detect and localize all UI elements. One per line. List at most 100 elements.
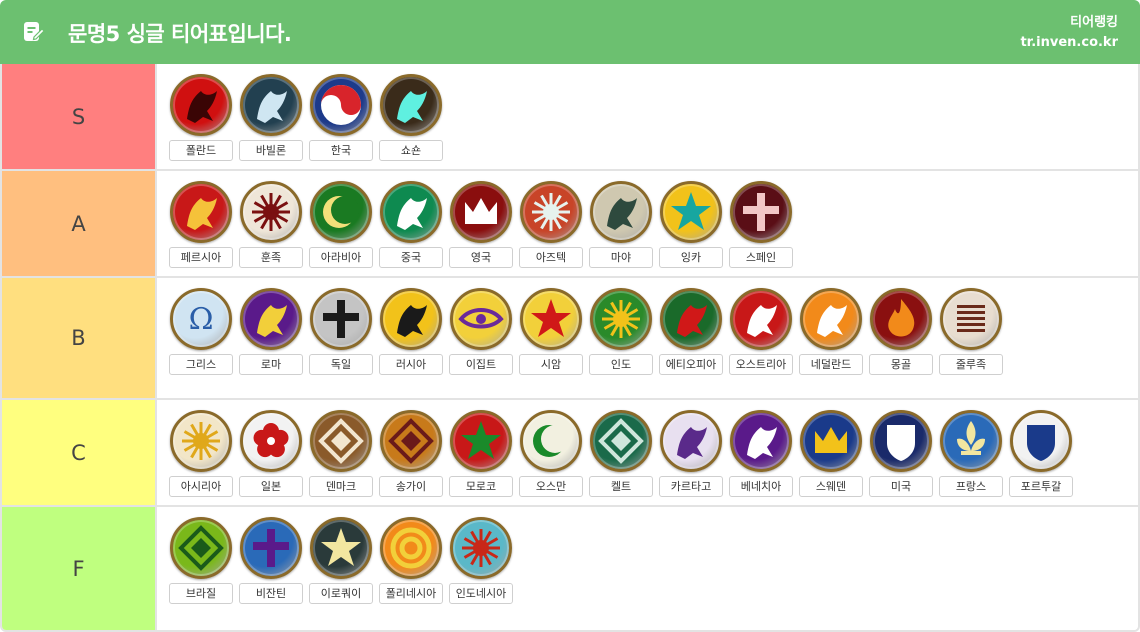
tier-items: 페르시아 훈족 아라비아 중국 영국 아즈텍 마야 잉카 스페인 xyxy=(159,171,1138,276)
three-crowns-icon[interactable] xyxy=(800,410,862,472)
civ-name-label: 독일 xyxy=(309,354,373,375)
edit-note-icon xyxy=(24,22,45,41)
tier-row-a: A 페르시아 훈족 아라비아 중국 영국 아즈텍 마야 잉카 스페인 xyxy=(2,171,1138,278)
knot-icon[interactable] xyxy=(590,410,652,472)
quinas-icon[interactable] xyxy=(1010,410,1072,472)
civ-name-label: 모로코 xyxy=(449,476,513,497)
lion-icon-glyph xyxy=(677,305,707,337)
civ-name-label: 인도 xyxy=(589,354,653,375)
double-eagle-icon[interactable] xyxy=(380,288,442,350)
star-icon[interactable] xyxy=(660,181,722,243)
aztec-sun-icon-glyph xyxy=(532,193,570,231)
orthodox-cross-icon[interactable] xyxy=(240,517,302,579)
civ-name-label: 미국 xyxy=(869,476,933,497)
civ-name-label: 줄루족 xyxy=(939,354,1003,375)
crown-icon[interactable] xyxy=(450,181,512,243)
griffin-icon-glyph xyxy=(257,91,287,123)
civ-name-label: 페르시아 xyxy=(169,247,233,268)
fleur-de-lis-icon[interactable] xyxy=(940,410,1002,472)
taegeuk-icon[interactable] xyxy=(310,74,372,136)
cross-icon[interactable] xyxy=(730,181,792,243)
star-burst-icon-glyph xyxy=(531,299,571,337)
civ-name-label: 바빌론 xyxy=(239,140,303,161)
taegeuk-icon-glyph xyxy=(321,85,361,125)
tier-row-b: B Ω 그리스 로마 독일 러시아 이집트 시암 인도 에티오피아 오스트리아 네덜란드 몽골 줄루족 xyxy=(2,278,1138,400)
sun-icon[interactable] xyxy=(240,181,302,243)
civ-name-label: 켈트 xyxy=(589,476,653,497)
eagle-icon-glyph xyxy=(747,305,777,337)
shield-icon[interactable] xyxy=(870,410,932,472)
dragon-icon-glyph xyxy=(397,198,427,230)
tier-label: S xyxy=(2,64,157,169)
three-crowns-icon-glyph xyxy=(815,427,847,453)
iron-cross-icon-glyph xyxy=(323,300,359,338)
eye-of-horus-icon[interactable] xyxy=(450,288,512,350)
mask-icon[interactable] xyxy=(590,181,652,243)
civ-name-label: 일본 xyxy=(239,476,303,497)
civ-name-label: 로마 xyxy=(239,354,303,375)
civ-name-label: 네덜란드 xyxy=(799,354,863,375)
chakra-icon[interactable] xyxy=(590,288,652,350)
eagle-icon[interactable] xyxy=(730,288,792,350)
civ-name-label: 포르투갈 xyxy=(1009,476,1073,497)
tier-table: S 폴란드 바빌론 한국 쇼숀 A 페르시아 훈족 아라비아 중국 영국 아즈텍 마야 잉카 스페인 B Ω 그리… xyxy=(0,64,1140,632)
sun-star-icon[interactable] xyxy=(170,410,232,472)
civ-name-label: 비잔틴 xyxy=(239,583,303,604)
stripes-icon[interactable] xyxy=(940,288,1002,350)
civ-name-label: 영국 xyxy=(449,247,513,268)
double-crescent-icon-glyph xyxy=(533,425,569,457)
winged-lion-icon[interactable] xyxy=(730,410,792,472)
elephant-icon[interactable] xyxy=(660,410,722,472)
civ-name-label: 덴마크 xyxy=(309,476,373,497)
civ-name-label: 시암 xyxy=(519,354,583,375)
double-crescent-icon[interactable] xyxy=(520,410,582,472)
spiral-icon[interactable] xyxy=(380,517,442,579)
civ-name-label: 그리스 xyxy=(169,354,233,375)
triquetra-icon[interactable] xyxy=(310,410,372,472)
griffin-icon[interactable] xyxy=(240,74,302,136)
civ-name-label: 스페인 xyxy=(729,247,793,268)
eagle-icon[interactable] xyxy=(170,74,232,136)
eagle-icon-glyph xyxy=(187,91,217,123)
star-icon[interactable] xyxy=(310,517,372,579)
civ-name-label: 몽골 xyxy=(869,354,933,375)
cross-icon-glyph xyxy=(743,193,779,231)
flower-icon[interactable] xyxy=(240,410,302,472)
lion-icon[interactable] xyxy=(660,288,722,350)
feather-headdress-icon-glyph xyxy=(397,91,427,123)
crescent-icon[interactable] xyxy=(310,181,372,243)
crown-icon-glyph xyxy=(465,198,497,224)
civ-name-label: 쇼숀 xyxy=(379,140,443,161)
persian-symbol-icon[interactable] xyxy=(170,181,232,243)
diamond-pattern-icon[interactable] xyxy=(380,410,442,472)
sun-icon-glyph xyxy=(252,193,290,231)
aztec-sun-icon[interactable] xyxy=(520,181,582,243)
mask-icon-glyph xyxy=(607,198,637,230)
star-burst-icon[interactable] xyxy=(520,288,582,350)
compass-icon[interactable] xyxy=(170,517,232,579)
civ-name-label: 프랑스 xyxy=(939,476,1003,497)
sun-star-icon[interactable] xyxy=(450,517,512,579)
star-icon-glyph xyxy=(671,192,711,230)
civ-name-label: 중국 xyxy=(379,247,443,268)
iron-cross-icon[interactable] xyxy=(310,288,372,350)
tier-items: 폴란드 바빌론 한국 쇼숀 xyxy=(159,64,1138,169)
star-icon-glyph xyxy=(321,528,361,566)
omega-icon[interactable]: Ω xyxy=(170,288,232,350)
knot-icon-glyph xyxy=(598,418,644,464)
civ-name-label: 잉카 xyxy=(659,247,723,268)
laurel-icon[interactable] xyxy=(240,288,302,350)
omega-icon-glyph: Ω xyxy=(189,302,214,337)
page-title: 문명5 싱글 티어표입니다. xyxy=(68,22,292,46)
civ-name-label: 러시아 xyxy=(379,354,443,375)
feather-headdress-icon[interactable] xyxy=(380,74,442,136)
flame-icon[interactable] xyxy=(870,288,932,350)
site-name[interactable]: 티어랭킹 xyxy=(1020,13,1118,33)
laurel-icon-glyph xyxy=(257,305,287,337)
pentagram-icon[interactable] xyxy=(450,410,512,472)
tier-label: B xyxy=(2,278,157,398)
sun-star-icon-glyph xyxy=(462,529,500,567)
dragon-icon[interactable] xyxy=(380,181,442,243)
site-url[interactable]: tr.inven.co.kr xyxy=(1020,33,1118,53)
lion-icon[interactable] xyxy=(800,288,862,350)
